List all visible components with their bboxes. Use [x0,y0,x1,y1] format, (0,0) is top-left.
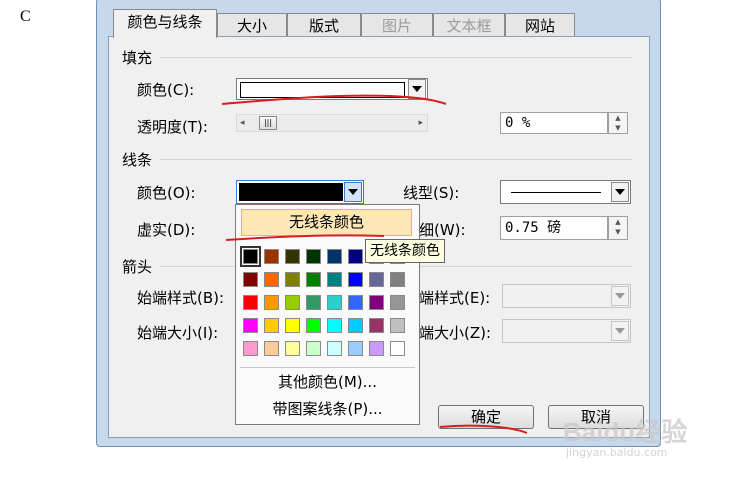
color-swatch[interactable] [327,295,342,310]
color-swatch[interactable] [369,341,384,356]
color-swatch[interactable] [369,272,384,287]
color-swatch[interactable] [243,318,258,333]
end-size-label: 端大小(Z): [419,324,492,342]
color-swatch[interactable] [285,318,300,333]
chevron-down-icon[interactable] [408,79,426,99]
color-swatch[interactable] [327,318,342,333]
color-swatch[interactable] [285,272,300,287]
end-size-combo [502,319,631,343]
color-swatch[interactable] [264,318,279,333]
chevron-down-icon [611,286,629,306]
transparency-label: 透明度(T): [137,118,208,136]
tab-textbox: 文本框 [433,13,505,37]
weight-spinner[interactable]: ▲ ▼ [608,216,628,240]
transparency-input[interactable]: 0 % [500,112,608,134]
color-swatch[interactable] [348,341,363,356]
weight-input[interactable]: 0.75 磅 [500,216,608,240]
transparency-slider[interactable]: ◂ ||| ▸ [236,114,428,132]
color-swatch[interactable] [306,295,321,310]
color-swatch[interactable] [285,249,300,264]
color-swatch[interactable] [390,318,405,333]
line-color-label: 颜色(O): [137,184,196,202]
color-swatch[interactable] [390,295,405,310]
end-style-combo [502,284,631,308]
color-swatch[interactable] [285,341,300,356]
line-section-title: 线条 [122,151,153,169]
line-style-combo[interactable] [500,180,631,204]
scroll-left-icon[interactable]: ◂ [240,118,245,128]
color-swatch[interactable] [348,318,363,333]
watermark-logo: Baidu经验 [563,417,688,447]
chevron-down-icon[interactable] [611,182,629,202]
spin-down-icon[interactable]: ▼ [609,123,627,133]
color-swatch[interactable] [327,341,342,356]
fill-section-title: 填充 [122,49,153,67]
arrows-section-title: 箭头 [122,258,153,276]
begin-style-label: 始端样式(B): [137,289,225,307]
fill-separator [160,57,632,58]
weight-label: 细(W): [419,221,466,239]
color-swatch[interactable] [243,341,258,356]
fill-color-label: 颜色(C): [137,81,195,99]
color-swatch[interactable] [243,272,258,287]
line-style-label: 线型(S): [403,184,460,202]
patterned-lines-item[interactable]: 带图案线条(P)... [236,398,419,419]
spin-up-icon[interactable]: ▲ [609,113,627,123]
color-swatch-grid [236,205,419,365]
line-color-combo[interactable] [236,180,364,204]
color-palette-popup: 无线条颜色 其他颜色(M)... 带图案线条(P)... [235,204,420,425]
fill-color-swatch [240,82,405,98]
more-colors-item[interactable]: 其他颜色(M)... [236,371,419,392]
fill-color-combo[interactable] [236,78,428,100]
transparency-spinner[interactable]: ▲ ▼ [608,112,628,134]
color-swatch[interactable] [306,272,321,287]
tooltip: 无线条颜色 [365,239,445,263]
slider-thumb[interactable]: ||| [259,116,277,130]
color-swatch[interactable] [306,341,321,356]
spin-up-icon[interactable]: ▲ [609,217,627,227]
color-swatch[interactable] [390,272,405,287]
color-swatch[interactable] [369,318,384,333]
end-style-label: 端样式(E): [419,289,491,307]
color-swatch[interactable] [264,295,279,310]
palette-separator [240,367,415,368]
tab-colors-lines[interactable]: 颜色与线条 [113,9,217,38]
color-swatch[interactable] [390,341,405,356]
color-swatch[interactable] [264,249,279,264]
tab-layout[interactable]: 版式 [287,13,361,37]
color-swatch[interactable] [327,272,342,287]
color-swatch[interactable] [327,249,342,264]
color-swatch[interactable] [348,295,363,310]
color-swatch[interactable] [264,341,279,356]
chevron-down-icon[interactable] [344,182,362,202]
color-swatch[interactable] [264,272,279,287]
scroll-right-icon[interactable]: ▸ [418,118,423,128]
dash-label: 虚实(D): [137,221,196,239]
line-style-preview [511,192,601,193]
color-swatch[interactable] [285,295,300,310]
line-separator [160,159,632,160]
color-swatch[interactable] [369,295,384,310]
begin-size-label: 始端大小(I): [137,324,219,342]
spin-down-icon[interactable]: ▼ [609,227,627,237]
color-swatch[interactable] [243,295,258,310]
document-text: C [20,8,31,25]
tab-picture: 图片 [361,13,433,37]
tab-size[interactable]: 大小 [217,13,287,37]
ok-button[interactable]: 确定 [438,405,534,429]
color-swatch[interactable] [306,249,321,264]
color-swatch[interactable] [306,318,321,333]
watermark-url: jingyan.baidu.com [566,446,668,459]
color-swatch[interactable] [348,249,363,264]
color-swatch[interactable] [240,246,261,267]
chevron-down-icon [611,321,629,341]
line-color-swatch [239,183,343,201]
color-swatch[interactable] [348,272,363,287]
tab-web[interactable]: 网站 [505,13,575,37]
